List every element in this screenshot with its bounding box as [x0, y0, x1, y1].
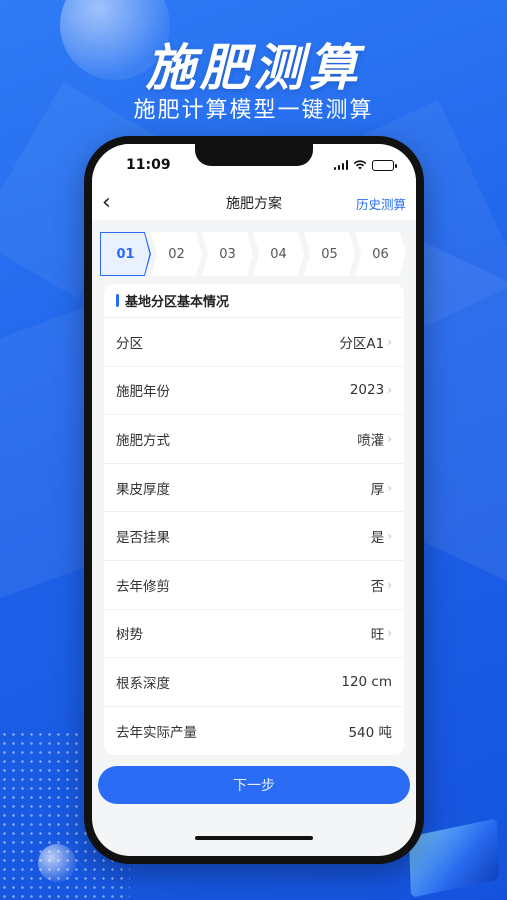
history-link[interactable]: 历史测算	[356, 194, 406, 213]
home-indicator	[195, 836, 313, 840]
row-root-depth[interactable]: 根系深度 120 cm	[104, 658, 404, 707]
card-title-text: 基地分区基本情况	[125, 295, 230, 310]
step-06[interactable]: 06	[355, 232, 406, 276]
row-label: 施肥年份	[116, 384, 170, 401]
next-step-button[interactable]: 下一步	[98, 766, 410, 804]
chevron-right-icon: ›	[387, 383, 392, 398]
row-label: 根系深度	[116, 675, 170, 692]
row-year[interactable]: 施肥年份 2023 ›	[104, 367, 404, 416]
status-icons	[333, 159, 397, 171]
row-value[interactable]: 540 吨	[348, 721, 392, 741]
card-title: 基地分区基本情况	[104, 284, 404, 318]
row-tree-vigor[interactable]: 树势 旺 ›	[104, 610, 404, 659]
row-peel-thickness[interactable]: 果皮厚度 厚 ›	[104, 464, 404, 513]
row-label: 去年修剪	[116, 578, 170, 595]
row-value[interactable]: 120 cm	[341, 674, 392, 690]
row-last-year-yield[interactable]: 去年实际产量 540 吨	[104, 707, 404, 756]
row-method[interactable]: 施肥方式 喷灌 ›	[104, 415, 404, 464]
row-zone[interactable]: 分区 分区A1 ›	[104, 318, 404, 367]
phone-screen: 11:09 ‹ 施肥方案 历史测算 01 02 03 04 05 06 基地分区…	[92, 144, 416, 856]
battery-icon	[372, 159, 397, 171]
row-last-year-pruning[interactable]: 去年修剪 否 ›	[104, 561, 404, 610]
row-value: 喷灌	[357, 432, 385, 449]
step-02[interactable]: 02	[151, 232, 202, 276]
chevron-right-icon: ›	[387, 626, 392, 641]
step-04[interactable]: 04	[253, 232, 304, 276]
row-value: 分区A1	[339, 335, 385, 352]
signal-icon	[333, 160, 348, 170]
back-arrow-icon[interactable]: ‹	[102, 186, 126, 220]
row-label: 施肥方式	[116, 432, 170, 449]
row-label: 分区	[116, 335, 143, 352]
bubble-decoration	[38, 844, 76, 882]
cube-decoration	[408, 818, 500, 898]
phone-frame: 11:09 ‹ 施肥方案 历史测算 01 02 03 04 05 06 基地分区…	[84, 136, 424, 864]
title-accent-bar	[116, 294, 119, 307]
step-indicator: 01 02 03 04 05 06	[92, 220, 416, 278]
status-time: 11:09	[126, 157, 171, 173]
chevron-right-icon: ›	[387, 334, 392, 349]
row-label: 去年实际产量	[116, 725, 197, 742]
promo-headline: 施肥测算	[145, 39, 362, 97]
wifi-icon	[353, 160, 367, 170]
nav-bar: ‹ 施肥方案 历史测算	[92, 186, 416, 220]
step-05[interactable]: 05	[304, 232, 355, 276]
basic-info-card: 基地分区基本情况 分区 分区A1 › 施肥年份 2023 › 施肥方式 喷灌 › 果皮…	[104, 284, 404, 756]
phone-notch	[195, 144, 313, 166]
row-value: 否	[370, 578, 385, 595]
row-value: 厚	[370, 481, 385, 498]
row-label: 是否挂果	[116, 530, 170, 547]
row-value: 旺	[370, 627, 385, 644]
row-value: 是	[370, 530, 385, 547]
row-fruiting[interactable]: 是否挂果 是 ›	[104, 512, 404, 561]
row-label: 树势	[116, 627, 143, 644]
chevron-right-icon: ›	[387, 431, 392, 446]
chevron-right-icon: ›	[387, 529, 392, 544]
step-01[interactable]: 01	[100, 232, 151, 276]
step-03[interactable]: 03	[202, 232, 253, 276]
promo-subhead: 施肥计算模型一键测算	[133, 98, 374, 123]
row-value: 2023	[349, 382, 385, 399]
chevron-right-icon: ›	[387, 577, 392, 592]
chevron-right-icon: ›	[387, 480, 392, 495]
row-label: 果皮厚度	[116, 481, 170, 498]
